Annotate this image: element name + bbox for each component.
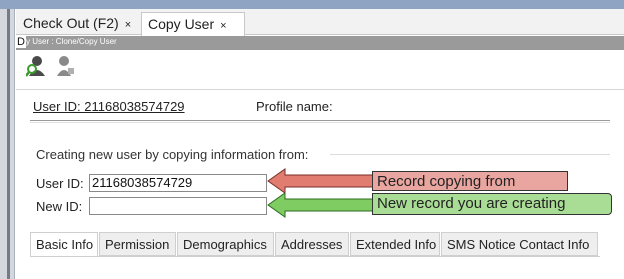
- left-panel-divider: [7, 9, 10, 279]
- breadcrumb-prefix: D: [16, 36, 26, 48]
- subtab-extended-info[interactable]: Extended Info: [350, 232, 440, 256]
- new-id-label: New ID:: [36, 199, 83, 214]
- subtab-addresses[interactable]: Addresses: [275, 232, 349, 256]
- subtab-basic-info[interactable]: Basic Info: [30, 232, 98, 256]
- subtab-demographics[interactable]: Demographics: [177, 232, 274, 256]
- tab-check-out[interactable]: Check Out (F2) ×: [17, 12, 140, 35]
- arrow-creating: [267, 192, 375, 218]
- tab-label: Check Out (F2): [23, 15, 119, 31]
- divider: [30, 256, 600, 257]
- user-id-label: User ID:: [36, 176, 84, 191]
- subtab-permission[interactable]: Permission: [99, 232, 176, 256]
- tab-label: Copy User: [148, 16, 215, 32]
- breadcrumb-bar: D y User : Clone/Copy User: [16, 36, 624, 50]
- divider: [30, 120, 610, 121]
- close-icon[interactable]: ×: [220, 20, 226, 32]
- profile-name-label: Profile name:: [256, 99, 333, 114]
- group-border: [330, 154, 610, 155]
- user-id-display: User ID: 21168038574729: [33, 99, 185, 114]
- close-icon[interactable]: ×: [125, 19, 131, 31]
- user-id-link[interactable]: User ID: 21168038574729: [33, 99, 185, 114]
- breadcrumb: y User : Clone/Copy User: [26, 37, 117, 46]
- new-id-field[interactable]: [89, 197, 267, 215]
- copy-group-title: Creating new user by copying information…: [36, 147, 309, 162]
- window-top-strip: [0, 0, 624, 9]
- callout-copying-from: Record copying from: [372, 171, 568, 191]
- user-id-field[interactable]: [89, 174, 267, 192]
- user-search-icon[interactable]: [25, 52, 48, 80]
- user-icon[interactable]: [54, 52, 76, 80]
- divider: [16, 89, 624, 90]
- arrow-copying-from: [267, 168, 375, 194]
- subtab-sms-notice-contact-info[interactable]: SMS Notice Contact Info: [441, 232, 598, 256]
- tab-copy-user[interactable]: Copy User ×: [141, 12, 245, 36]
- callout-creating: New record you are creating: [372, 193, 612, 215]
- divider: [30, 122, 610, 123]
